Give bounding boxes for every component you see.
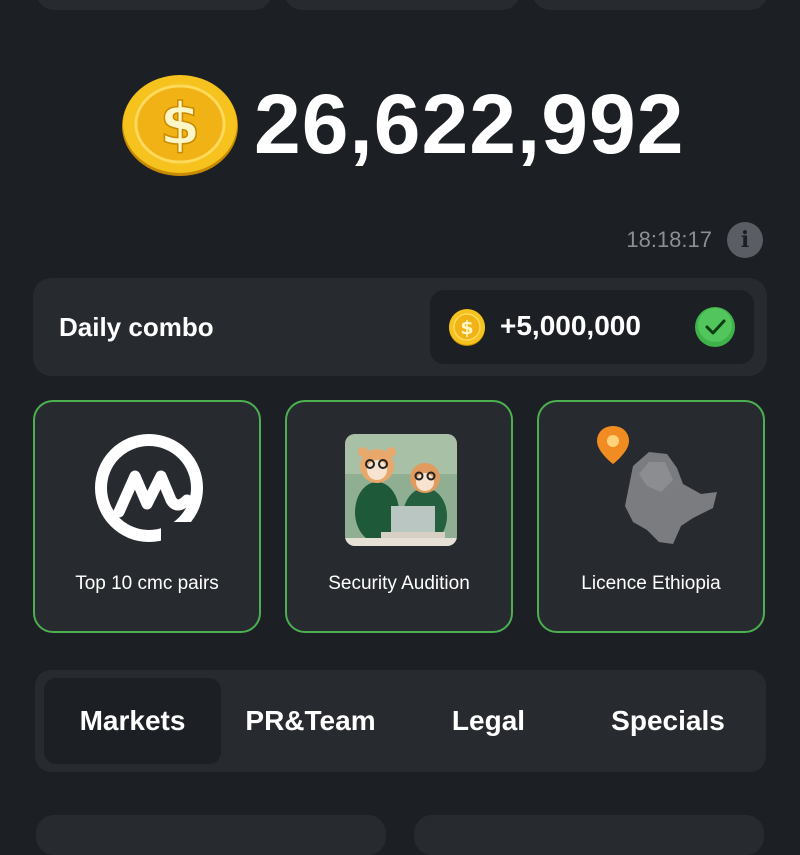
- top-card-right[interactable]: [532, 0, 768, 10]
- dollar-coin-icon: $: [122, 75, 238, 176]
- tab-pr-team[interactable]: PR&Team: [223, 678, 398, 764]
- top-card-middle[interactable]: [284, 0, 520, 10]
- daily-combo-reward: $ +5,000,000: [430, 290, 754, 364]
- coinmarketcap-logo: [95, 434, 203, 542]
- dollar-coin-icon: $: [449, 309, 485, 346]
- tab-markets[interactable]: Markets: [44, 678, 221, 764]
- category-tabs: Markets PR&Team Legal Specials: [35, 670, 766, 772]
- svg-text:$: $: [460, 317, 473, 339]
- upgrade-card-right[interactable]: [414, 815, 764, 855]
- combo-timer: 18:18:17: [626, 227, 712, 252]
- card-label: Top 10 cmc pairs: [75, 573, 219, 594]
- daily-combo-bar: Daily combo $ +5,000,000: [33, 278, 767, 376]
- balance-value: 26,622,992: [254, 77, 685, 171]
- ethiopia-map-image: [597, 426, 717, 544]
- tab-specials[interactable]: Specials: [579, 678, 757, 764]
- daily-combo-reward-value: +5,000,000: [500, 310, 641, 341]
- info-icon[interactable]: i: [727, 222, 763, 258]
- svg-text:$: $: [160, 90, 200, 158]
- card-label: Security Audition: [328, 573, 470, 594]
- top-card-left[interactable]: [36, 0, 272, 10]
- combo-card-licence-ethiopia[interactable]: Licence Ethiopia: [537, 400, 765, 633]
- daily-combo-label: Daily combo: [59, 312, 214, 342]
- upgrade-card-left[interactable]: [36, 815, 386, 855]
- card-label: Licence Ethiopia: [581, 573, 721, 594]
- combo-card-security-audition[interactable]: Security Audition: [285, 400, 513, 633]
- check-circle-icon: [695, 307, 735, 347]
- tab-legal[interactable]: Legal: [401, 678, 576, 764]
- hamsters-at-laptop-image: [345, 434, 457, 546]
- balance-display: $ 26,622,992: [120, 72, 684, 176]
- combo-card-top-10-cmc-pairs[interactable]: Top 10 cmc pairs: [33, 400, 261, 633]
